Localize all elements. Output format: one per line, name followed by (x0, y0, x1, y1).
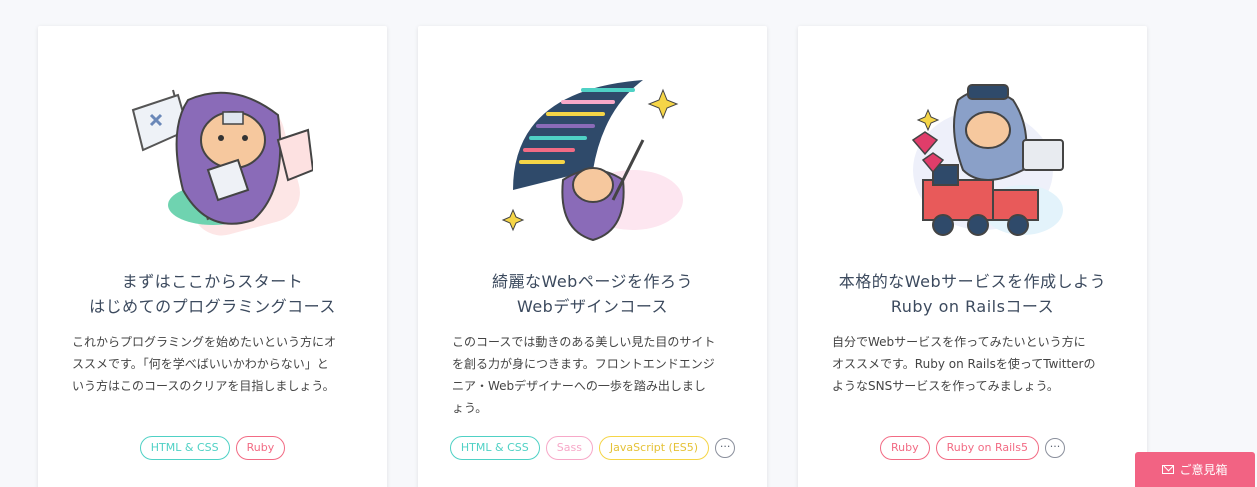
more-tags-icon[interactable]: ··· (715, 438, 736, 458)
course-description: このコースでは動きのある美しい見た目のサイト を創る力が身につきます。フロントエ… (452, 335, 716, 415)
ninja-cat-on-train-icon (798, 70, 1147, 250)
course-title: まずはここからスタート はじめてのプログラミングコース (89, 272, 336, 316)
course-title: 本格的なWebサービスを作成しよう Ruby on Railsコース (838, 272, 1107, 316)
course-card-rails[interactable]: 本格的なWebサービスを作成しよう Ruby on Railsコース 自分でWe… (798, 26, 1147, 487)
more-tags-icon[interactable]: ··· (1044, 438, 1065, 458)
tag-html-css[interactable]: HTML & CSS (139, 436, 230, 460)
tag-ruby-on-rails[interactable]: Ruby on Rails5 (935, 436, 1039, 460)
course-description: これからプログラミングを始めたいという方にオ ススメです。「何を学べばいいかわか… (72, 335, 337, 393)
feedback-button[interactable]: ご意見箱 (1135, 452, 1255, 487)
course-card-web-design[interactable]: 綺麗なWebページを作ろう Webデザインコース このコースでは動きのある美しい… (418, 26, 767, 487)
course-card-beginner[interactable]: まずはここからスタート はじめてのプログラミングコース これからプログラミングを… (38, 26, 387, 487)
mail-icon (1162, 465, 1175, 474)
tag-list: HTML & CSS Sass JavaScript (ES5) ··· (418, 436, 767, 460)
ninja-cat-with-flag-icon (38, 70, 387, 250)
tag-html-css[interactable]: HTML & CSS (449, 436, 540, 460)
tag-list: HTML & CSS Ruby (38, 436, 387, 460)
course-description: 自分でWebサービスを作ってみたいという方に オススメです。Ruby on Ra… (832, 335, 1096, 393)
tag-ruby[interactable]: Ruby (880, 436, 930, 460)
tag-javascript[interactable]: JavaScript (ES5) (598, 436, 710, 460)
tag-list: Ruby Ruby on Rails5 ··· (798, 436, 1147, 460)
ninja-cat-painting-wave-icon (418, 70, 767, 250)
course-title: 綺麗なWebページを作ろう Webデザインコース (491, 272, 694, 316)
tag-sass[interactable]: Sass (545, 436, 593, 460)
tag-ruby[interactable]: Ruby (235, 436, 286, 460)
feedback-label: ご意見箱 (1179, 463, 1228, 477)
